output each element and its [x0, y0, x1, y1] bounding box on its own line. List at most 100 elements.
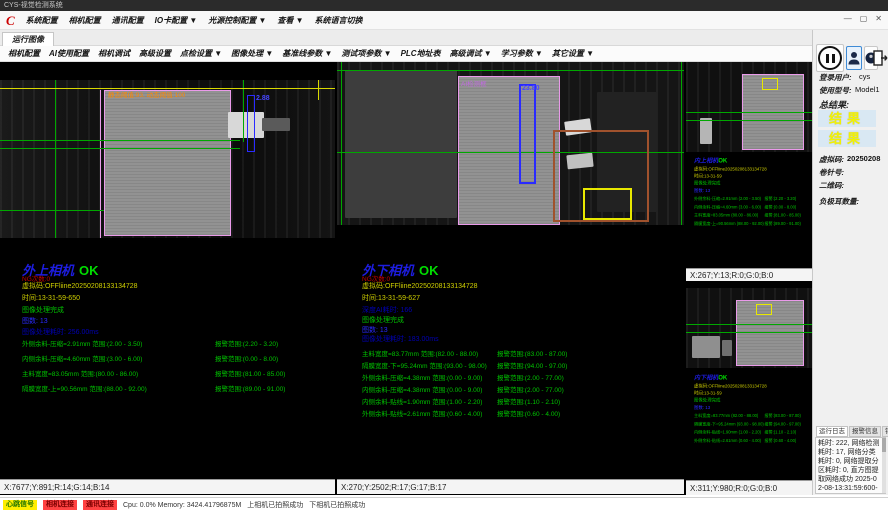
menu-bar: C 系统配置 相机配置 通讯配置 IO卡配置 ▼ 光源控制配置 ▼ 查看 ▼ 系…	[0, 11, 888, 30]
log-tab-alarm[interactable]: 报警信息	[849, 426, 881, 437]
result-display-1: 结果	[818, 110, 876, 127]
menu-item-light-control[interactable]: 光源控制配置 ▼	[208, 15, 266, 26]
process-done-text: 图像处理完成	[362, 315, 404, 325]
frame-count-text: 图数: 13	[694, 404, 812, 410]
measurement-text: 外侧余料-压缩=4.38mm 范围:(0.00 - 9.00)	[362, 372, 482, 382]
tool-plc-address-table[interactable]: PLC地址表	[401, 48, 441, 59]
exit-button[interactable]	[873, 44, 888, 72]
measurement-row: 外侧余料-压缩=2.91mm 范围:(2.00 - 3.50) 报警范围:(2.…	[22, 338, 335, 348]
tool-advanced-settings[interactable]: 高级设置	[139, 48, 171, 59]
result-display-2: 结果	[818, 130, 876, 147]
window-title: CYS-视觉检测系统	[4, 2, 63, 9]
alarm-range-text: 报警范围:(89.00 - 91.00)	[215, 383, 285, 393]
camera-image-outer-upper[interactable]: 静态阈值:93, 动态阈值:100 2.88	[0, 80, 335, 238]
roi-line-pink	[100, 90, 101, 238]
camera-image-inner-upper[interactable]	[686, 62, 812, 152]
barcode-text: 虚拟码:OFFliine20250208133134728	[22, 281, 138, 291]
menu-item-comm-config[interactable]: 通讯配置	[112, 15, 144, 26]
alarm-range-text: 报警范围:(0.60 - 4.00)	[497, 408, 560, 418]
operator-button[interactable]	[846, 46, 862, 70]
time-text: 时间:13-31-59	[694, 390, 812, 396]
camera-image-outer-lower[interactable]: AI检测框 23.80	[337, 62, 684, 225]
barcode-text: 虚拟码:OFFliine20250208133134728	[694, 166, 812, 172]
toolbar: 相机配置 AI使用配置 相机调试 高级设置 点检设置 ▼ 图像处理 ▼ 基准线参…	[0, 46, 812, 62]
log-tab-run[interactable]: 运行日志	[816, 426, 848, 437]
alarm-range-text: 报警范围:(2.00 - 77.00)	[497, 384, 564, 394]
close-button[interactable]: ✕	[875, 14, 882, 23]
minimize-button[interactable]: —	[844, 14, 852, 23]
measurement-row: 外侧余料-贴线=2.61mm 范围:(0.60 - 4.00) 报警范围:(0.…	[362, 408, 684, 418]
measurement-row: 内侧余料-压缩=4.60mm 范围:(3.00 - 6.00) 报警范围:(0.…	[22, 353, 335, 363]
camera-image-inner-lower[interactable]	[686, 288, 812, 368]
heartbeat-status-badge: 心跳信号	[3, 500, 37, 510]
pause-button[interactable]	[816, 44, 844, 72]
maximize-button[interactable]: ▢	[860, 14, 868, 23]
barcode-text: 虚拟码:OFFliine20250208133134728	[362, 281, 478, 291]
exit-door-icon	[873, 50, 888, 66]
app-logo-icon: C	[6, 14, 15, 27]
measurement-row: 内侧余料-压缩=4.38mm 范围:(0.00 - 9.00) 报警范围:(2.…	[362, 384, 684, 394]
mini-result-text: 内上相机OK 虚拟码:OFFliine20250208133134728 时间:…	[694, 156, 812, 226]
pixel-coords-text: X:270;Y:2502;R:17;G:17;B:17	[341, 483, 446, 492]
tool-baseline-params[interactable]: 基准线参数 ▼	[282, 48, 332, 59]
connector-part	[228, 112, 264, 138]
process-done-text: 图像处理完成	[694, 397, 812, 403]
measurement-row: 内侧余料-贴线=1.90mm (1.00 - 2.20)报警:(1.10 - 2…	[694, 429, 812, 435]
measurement-row: 外侧余料-贴线=2.61mm (0.60 - 4.00)报警:(0.60 - 4…	[694, 437, 812, 443]
model-label: 使用型号:	[819, 85, 852, 96]
tool-other-settings[interactable]: 其它设置 ▼	[552, 48, 594, 59]
measure-value-text: 23.80	[522, 85, 540, 92]
measurement-row: 隔膜宽度-下=95.24mm 范围:(93.00 - 98.00) 报警范围:(…	[362, 360, 684, 370]
login-user-value: cys	[859, 72, 870, 81]
grid-line	[337, 70, 684, 71]
pixel-status-inner-upper: X:267;Y:13;R:0;G:0;B:0	[686, 268, 812, 281]
app-window: CYS-视觉检测系统 C 系统配置 相机配置 通讯配置 IO卡配置 ▼ 光源控制…	[0, 0, 888, 522]
roi-rect-yellow	[762, 78, 778, 90]
measurement-text: 内侧余料-压缩=4.60mm 范围:(3.00 - 6.00)	[22, 353, 142, 363]
camera-view-inner-upper: 内上相机OK 虚拟码:OFFliine20250208133134728 时间:…	[686, 62, 812, 281]
control-panel: 登录用户: cys 使用型号: Model1 总结果: 结果 结果 虚拟码: 2…	[812, 30, 888, 495]
time-text: 时间:13-31-59-627	[362, 293, 420, 303]
tool-test-item-params[interactable]: 测试项参数 ▼	[341, 48, 391, 59]
menu-item-view[interactable]: 查看 ▼	[277, 15, 303, 26]
metal-tab	[692, 336, 720, 358]
menu-item-language-switch[interactable]: 系统语言切换	[315, 15, 363, 26]
log-scrollbar[interactable]	[882, 438, 886, 493]
log-output[interactable]: 耗时: 222, 网络检测耗时: 17, 网络分类耗时: 0, 网络提取分区耗时…	[815, 437, 886, 494]
pixel-coords-text: X:267;Y:13;R:0;G:0;B:0	[690, 271, 773, 280]
grid-line	[0, 148, 240, 149]
measurement-row: 隔膜宽度-下=95.24mm (93.00 - 98.00)报警:(94.00 …	[694, 421, 812, 427]
measurement-text: 隔膜宽度-下=95.24mm 范围:(93.00 - 98.00)	[362, 360, 487, 370]
tool-learning-params[interactable]: 学习参数 ▼	[501, 48, 543, 59]
upper-camera-status-text: 上相机已拍照成功	[247, 500, 303, 510]
result-ok-badge: OK	[79, 263, 99, 278]
alarm-range-text: 报警范围:(81.00 - 85.00)	[215, 368, 285, 378]
tool-ai-usage-config[interactable]: AI使用配置	[49, 48, 89, 59]
metal-tab	[722, 340, 732, 356]
camera-view-outer-upper: 静态阈值:93, 动态阈值:100 2.88 外上相机OK NG次数:0 虚拟码…	[0, 62, 335, 479]
grid-line	[0, 140, 240, 141]
tool-spot-check[interactable]: 点检设置 ▼	[180, 48, 222, 59]
tool-advanced-debug[interactable]: 高级调试 ▼	[450, 48, 492, 59]
grid-line	[686, 112, 812, 113]
tool-camera-config[interactable]: 相机配置	[8, 48, 40, 59]
measurement-row: 隔膜宽度-上=90.56mm 范围:(88.00 - 92.00) 报警范围:(…	[22, 383, 335, 393]
time-text: 时间:13-31-59-650	[22, 293, 80, 303]
menu-item-camera-config[interactable]: 相机配置	[69, 15, 101, 26]
measure-rect-blue	[519, 84, 536, 184]
ai-box-label: AI检测框	[461, 78, 487, 88]
tab-run-image[interactable]: 运行图像	[2, 32, 54, 46]
camera-connection-badge: 相机连接	[43, 500, 77, 510]
tool-camera-debug[interactable]: 相机调试	[98, 48, 130, 59]
window-controls: — ▢ ✕	[844, 14, 882, 23]
lower-camera-status-text: 下相机已拍照成功	[309, 500, 365, 510]
log-tab-error[interactable]: 错误日志	[882, 426, 888, 437]
menu-item-io-card-config[interactable]: IO卡配置 ▼	[155, 15, 198, 26]
menu-item-system-config[interactable]: 系统配置	[26, 15, 58, 26]
tool-image-processing[interactable]: 图像处理 ▼	[231, 48, 273, 59]
tab-count-label: 负极耳数量:	[819, 196, 859, 207]
model-value[interactable]: Model1	[855, 85, 880, 94]
pixel-status-inner-lower: X:311;Y:980;R:0;G:0;B:0	[686, 480, 812, 495]
measurement-row: 主料宽度=83.77mm 范围:(82.00 - 88.00) 报警范围:(83…	[362, 348, 684, 358]
pixel-coords-text: X:311;Y:980;R:0;G:0;B:0	[690, 484, 777, 493]
